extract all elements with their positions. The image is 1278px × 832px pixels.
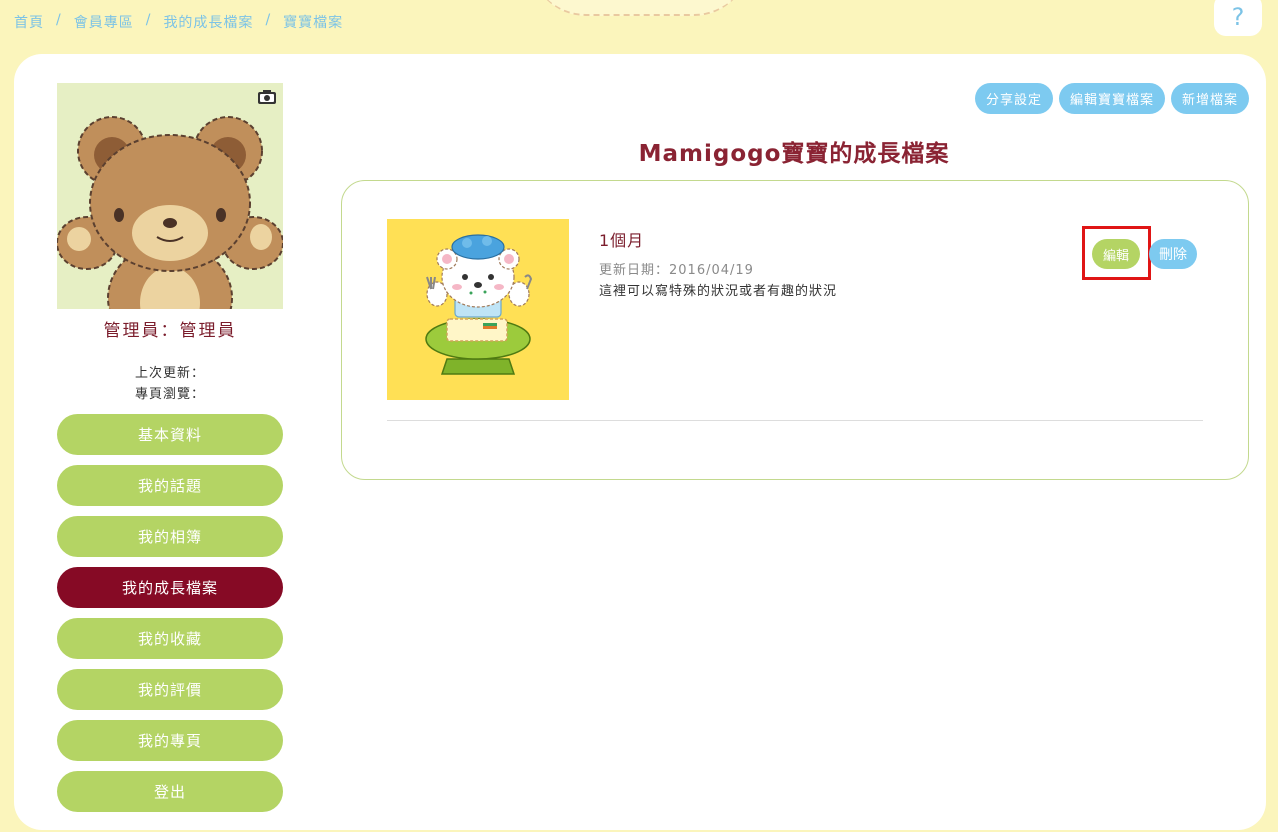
sidebar-item-my-favorites[interactable]: 我的收藏 xyxy=(57,618,283,659)
action-buttons: 分享設定 編輯寶寶檔案 新增檔案 xyxy=(974,83,1249,114)
record-date: 更新日期：2016/04/19 xyxy=(599,263,754,278)
delete-record-button[interactable]: 刪除 xyxy=(1149,239,1197,269)
last-update: 上次更新： xyxy=(134,366,205,381)
record-divider xyxy=(387,420,1203,421)
page-views: 專頁瀏覽： xyxy=(134,387,205,402)
record-description: 這裡可以寫特殊的狀況或者有趣的狀況 xyxy=(599,284,838,299)
record-title[interactable]: 1個月 xyxy=(599,227,644,251)
sidebar-item-my-topics[interactable]: 我的話題 xyxy=(57,465,283,506)
breadcrumb-baby-record[interactable]: 寶寶檔案 xyxy=(283,12,343,32)
sidebar-item-basic-info[interactable]: 基本資料 xyxy=(57,414,283,455)
breadcrumb-member-area[interactable]: 會員專區 xyxy=(74,12,134,32)
edit-baby-profile-button[interactable]: 編輯寶寶檔案 xyxy=(1058,83,1165,114)
profile-meta: 上次更新： 專頁瀏覽： xyxy=(57,363,283,405)
avatar[interactable] xyxy=(57,83,283,309)
edit-record-button[interactable]: 編輯 xyxy=(1092,239,1141,269)
breadcrumb: 首頁 / 會員專區 / 我的成長檔案 / 寶寶檔案 xyxy=(14,12,343,32)
bear-in-highchair-illustration xyxy=(387,219,569,400)
breadcrumb-home[interactable]: 首頁 xyxy=(14,12,44,32)
add-record-button[interactable]: 新增檔案 xyxy=(1170,83,1249,114)
page-title: Mamigogo寶寶的成長檔案 xyxy=(638,141,950,167)
breadcrumb-growth-records[interactable]: 我的成長檔案 xyxy=(163,12,253,32)
sidebar-item-my-albums[interactable]: 我的相簿 xyxy=(57,516,283,557)
teddy-bear-avatar xyxy=(57,83,283,309)
main-card: 管理員：管理員 上次更新： 專頁瀏覽： 基本資料 我的話題 我的相簿 我的成長檔… xyxy=(14,54,1266,830)
record-list: 1個月 更新日期：2016/04/19 這裡可以寫特殊的狀況或者有趣的狀況 編輯… xyxy=(341,180,1249,480)
help-icon: ? xyxy=(1231,3,1245,31)
sidebar-item-my-page[interactable]: 我的專頁 xyxy=(57,720,283,761)
breadcrumb-separator: / xyxy=(56,12,62,28)
share-settings-button[interactable]: 分享設定 xyxy=(974,83,1053,114)
admin-name: 管理員：管理員 xyxy=(103,321,237,341)
help-button[interactable]: ? xyxy=(1214,0,1262,36)
header-decoration xyxy=(530,0,750,16)
sidebar-nav: 基本資料 我的話題 我的相簿 我的成長檔案 我的收藏 我的評價 我的專頁 登出 xyxy=(57,414,283,822)
sidebar-item-my-reviews[interactable]: 我的評價 xyxy=(57,669,283,710)
breadcrumb-separator: / xyxy=(145,12,152,28)
record-thumbnail[interactable] xyxy=(387,219,569,400)
sidebar-item-my-growth-records[interactable]: 我的成長檔案 xyxy=(57,567,283,608)
camera-icon[interactable] xyxy=(257,89,277,105)
breadcrumb-separator: / xyxy=(265,12,272,28)
sidebar-item-logout[interactable]: 登出 xyxy=(57,771,283,812)
